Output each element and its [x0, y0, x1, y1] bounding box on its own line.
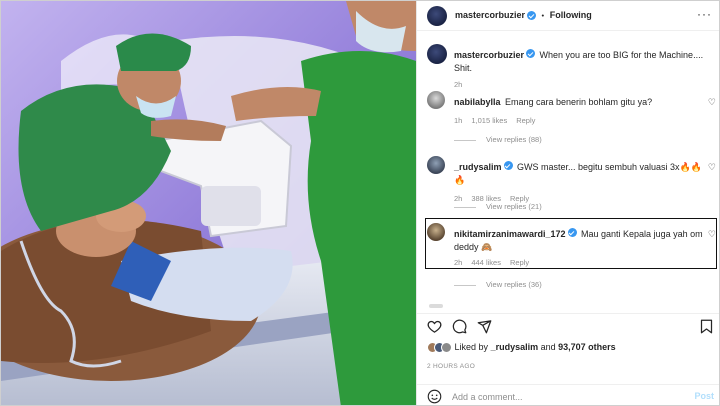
verified-icon [527, 11, 537, 21]
heart-icon[interactable] [427, 319, 442, 334]
dot-separator: • [541, 11, 545, 20]
reply-button[interactable]: Reply [516, 116, 535, 125]
comment-username[interactable]: _rudysalim [454, 162, 502, 172]
liked-by-and: and [540, 342, 556, 352]
next-comment-hint [429, 304, 443, 308]
liked-by-user[interactable]: _rudysalim [491, 342, 539, 352]
view-replies-button[interactable]: View replies (88) [454, 135, 542, 144]
following-button[interactable]: Following [550, 10, 592, 20]
comment-meta: 1h 1,015 likes Reply [454, 115, 704, 127]
like-comment-heart-icon[interactable]: ♡ [708, 97, 716, 108]
verified-icon [526, 49, 536, 59]
liked-by-prefix: Liked by [454, 342, 489, 352]
share-icon[interactable] [477, 319, 492, 334]
author-avatar[interactable] [427, 6, 447, 26]
post-photo[interactable] [1, 1, 416, 405]
header-user-line: mastercorbuzier • Following [455, 10, 592, 21]
action-bar [417, 313, 719, 339]
author-username[interactable]: mastercorbuzier [455, 10, 525, 20]
comment-avatar[interactable] [427, 156, 445, 174]
comment-time: 1h [454, 116, 463, 125]
comment-text: Emang cara benerin bohlam gitu ya? [504, 97, 653, 107]
liker-avatar [441, 342, 452, 354]
comment-likes[interactable]: 1,015 likes [471, 116, 507, 125]
caption-body: mastercorbuzier When you are too BIG for… [454, 48, 704, 91]
like-comment-heart-icon[interactable]: ♡ [708, 162, 716, 173]
view-replies-button[interactable]: View replies (36) [454, 280, 542, 289]
caption-username[interactable]: mastercorbuzier [454, 50, 524, 60]
liked-by: Liked by _rudysalim and 93,707 others [427, 342, 616, 354]
post-timestamp: 2 HOURS AGO [427, 363, 476, 370]
post-side-panel: mastercorbuzier • Following ··· masterco… [416, 1, 719, 405]
comment-body: nabilabylla Emang cara benerin bohlam gi… [454, 95, 704, 127]
more-options-icon[interactable]: ··· [697, 7, 712, 21]
comment-body: _rudysalim GWS master... begitu sembuh v… [454, 160, 704, 205]
comment-avatar[interactable] [427, 91, 445, 109]
liked-by-others[interactable]: 93,707 others [558, 342, 616, 352]
window-frame: mastercorbuzier • Following ··· masterco… [0, 0, 720, 406]
add-comment-bar: Post [417, 384, 719, 405]
post-header: mastercorbuzier • Following ··· [417, 1, 719, 31]
liked-by-avatars [427, 342, 455, 354]
photo-illustration [1, 1, 416, 405]
post-button[interactable]: Post [694, 391, 714, 401]
caption-avatar[interactable] [427, 44, 447, 64]
highlight-box [425, 218, 717, 269]
comment-username[interactable]: nabilabylla [454, 97, 501, 107]
verified-icon [503, 161, 513, 171]
emoji-icon[interactable] [427, 389, 442, 404]
comment-icon[interactable] [452, 319, 467, 334]
view-replies-button[interactable]: View replies (21) [454, 202, 542, 211]
add-comment-input[interactable] [452, 389, 682, 404]
caption-time: 2h [454, 80, 463, 89]
bookmark-icon[interactable] [700, 319, 713, 334]
